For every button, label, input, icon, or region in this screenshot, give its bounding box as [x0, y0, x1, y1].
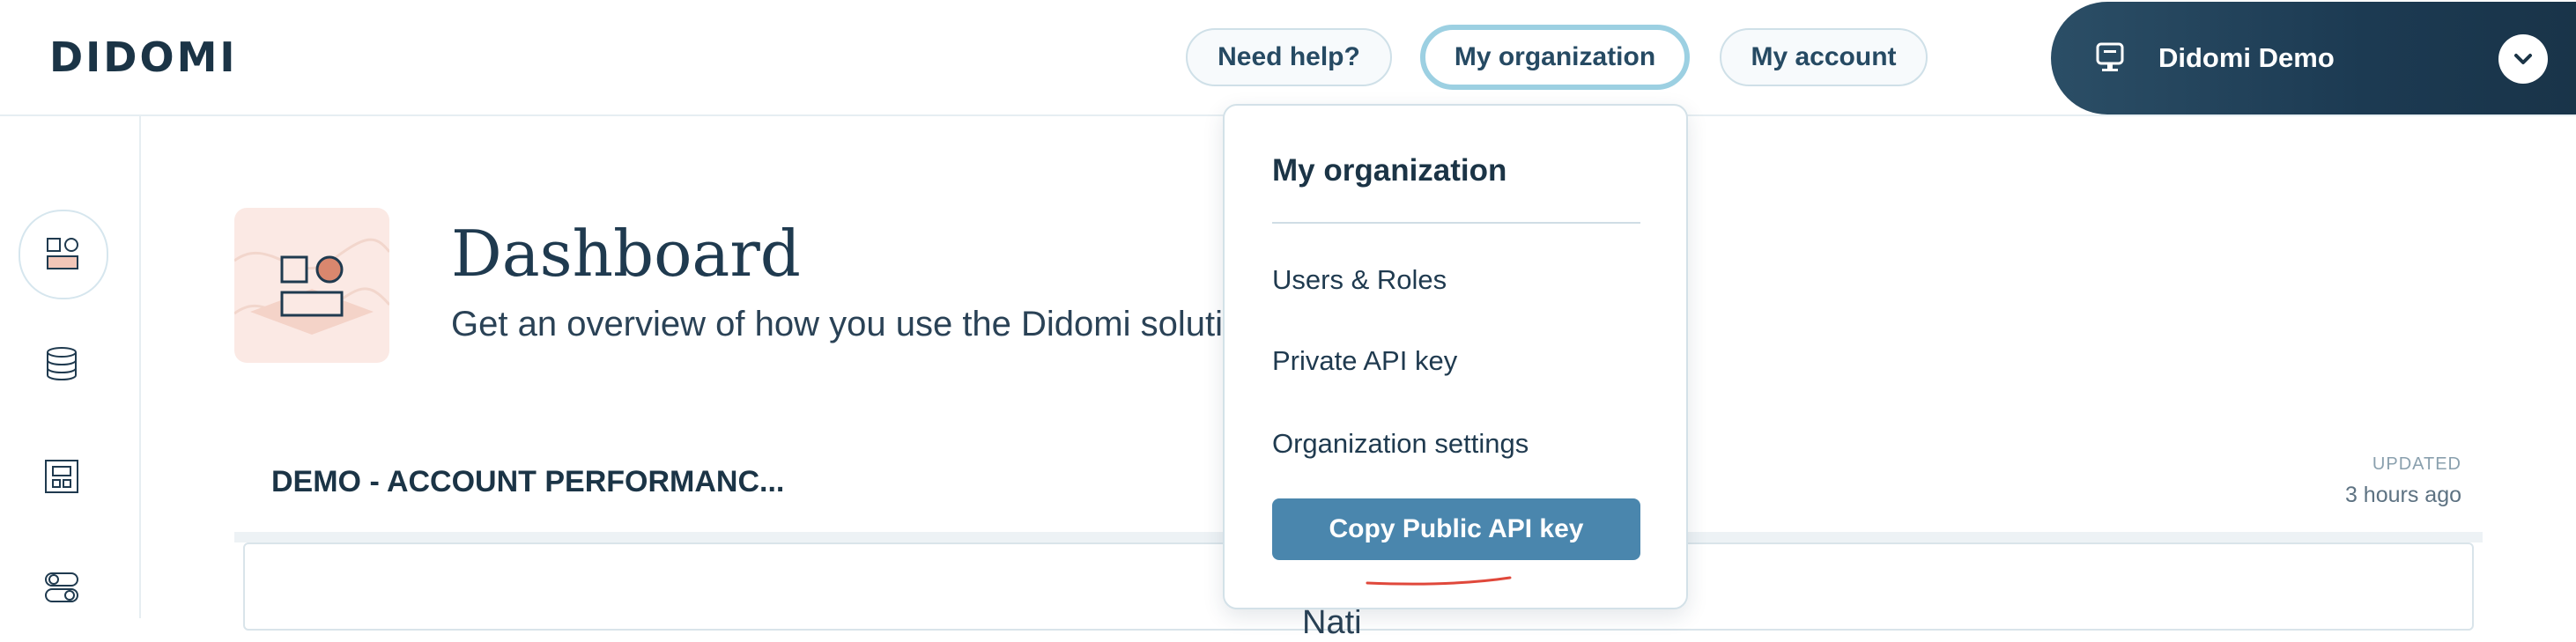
updated-label: UPDATED [2372, 454, 2461, 474]
sidebar-item-widgets[interactable] [19, 433, 105, 520]
need-help-button[interactable]: Need help? [1186, 28, 1392, 86]
monitor-icon [2096, 42, 2124, 71]
chevron-down-icon[interactable] [2498, 34, 2548, 84]
sidebar [0, 116, 141, 618]
account-name: Didomi Demo [2158, 42, 2335, 73]
database-icon [47, 347, 77, 381]
card-content-text: Nati [1302, 604, 1362, 641]
toggles-icon [45, 572, 78, 602]
copy-public-api-key-button[interactable]: Copy Public API key [1272, 498, 1640, 560]
organization-menu: My organization Users & Roles Private AP… [1223, 104, 1688, 609]
page-subtitle: Get an overview of how you use the Didom… [451, 305, 1243, 343]
dashboard-illustration [234, 208, 389, 363]
annotation-underline [1366, 576, 1512, 586]
sidebar-item-data[interactable] [19, 321, 105, 407]
sidebar-item-toggles[interactable] [19, 544, 105, 631]
my-account-button[interactable]: My account [1720, 28, 1928, 86]
top-bar: DIDOMI Need help? My organization My acc… [0, 0, 2576, 116]
card-title[interactable]: DEMO - ACCOUNT PERFORMANC... [271, 465, 784, 499]
dashboard-icon [47, 238, 78, 269]
account-switcher[interactable]: Didomi Demo [2051, 2, 2576, 114]
menu-heading: My organization [1272, 153, 1507, 188]
page-title: Dashboard [451, 217, 801, 291]
widget-icon [45, 460, 78, 493]
menu-item-organization-settings[interactable]: Organization settings [1272, 428, 1529, 460]
menu-item-users-roles[interactable]: Users & Roles [1272, 264, 1447, 296]
my-organization-button[interactable]: My organization [1420, 25, 1690, 90]
updated-value: 3 hours ago [2344, 483, 2461, 507]
menu-divider [1272, 222, 1640, 224]
menu-item-private-api-key[interactable]: Private API key [1272, 345, 1457, 377]
didomi-logo[interactable]: DIDOMI [49, 33, 237, 81]
sidebar-item-dashboard[interactable] [19, 210, 108, 299]
